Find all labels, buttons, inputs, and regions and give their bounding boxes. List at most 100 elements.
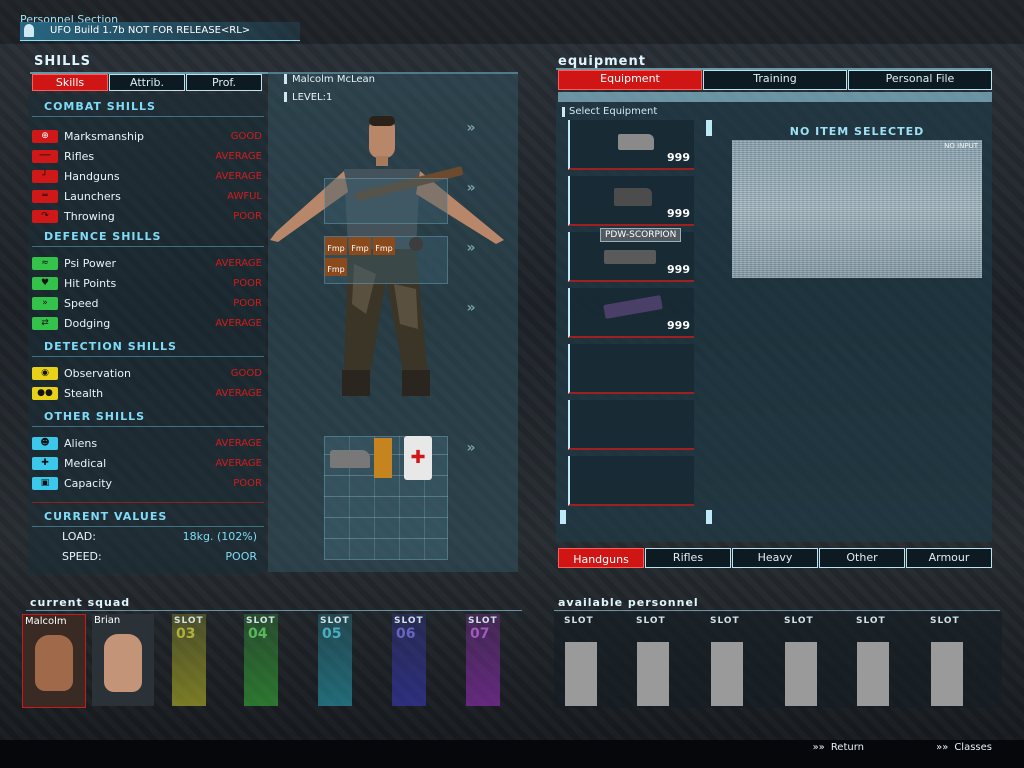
classes-button[interactable]: »» Classes bbox=[866, 740, 992, 754]
ammo-clip-icon[interactable]: Fmp bbox=[325, 258, 347, 276]
slot-word: SLOT bbox=[246, 616, 276, 626]
list-scrollbar-top[interactable] bbox=[706, 120, 712, 136]
detection-skill-list: ◉ Observation GOOD ●● Stealth AVERAGE bbox=[32, 363, 262, 403]
psi-icon: ≈ bbox=[32, 256, 58, 270]
bullet-marker bbox=[284, 74, 287, 84]
skill-name: Marksmanship bbox=[64, 129, 145, 143]
backpack-pistol-icon[interactable] bbox=[330, 450, 370, 468]
classes-label: Classes bbox=[954, 741, 992, 753]
skill-row-rifles: ── Rifles AVERAGE bbox=[32, 146, 262, 166]
tab-handguns[interactable]: Handguns bbox=[558, 548, 644, 568]
skill-name: Capacity bbox=[64, 476, 113, 490]
personnel-section-label: Personnel Section bbox=[20, 8, 320, 26]
slot-word: SLOT bbox=[174, 616, 204, 626]
tab-heavy[interactable]: Heavy bbox=[732, 548, 818, 568]
tab-prof[interactable]: Prof. bbox=[186, 74, 262, 91]
personnel-slot[interactable]: SLOT bbox=[782, 616, 822, 706]
backpack-ammo-icon[interactable] bbox=[374, 438, 392, 478]
no-item-header: NO ITEM SELECTED bbox=[730, 120, 984, 138]
soldier-level: LEVEL:1 bbox=[284, 90, 332, 104]
portrait-brian bbox=[104, 634, 142, 692]
ammo-label: Fmp bbox=[375, 244, 393, 253]
squad-member[interactable]: Brian bbox=[92, 614, 154, 706]
tab-rifles[interactable]: Rifles bbox=[645, 548, 731, 568]
soldier-name-text: Malcolm McLean bbox=[292, 73, 375, 85]
equipment-item[interactable]: 999 bbox=[568, 120, 694, 170]
medkit-icon[interactable]: ✚ bbox=[404, 436, 432, 480]
squad-member[interactable]: Malcolm bbox=[22, 614, 86, 708]
skill-value: AVERAGE bbox=[215, 150, 262, 162]
item-count: 999 bbox=[667, 207, 690, 220]
tab-personal-file[interactable]: Personal File bbox=[848, 70, 992, 90]
equipment-panel-title: equipment bbox=[558, 54, 646, 69]
smg-icon bbox=[604, 250, 656, 264]
equipment-item[interactable]: 999 bbox=[568, 288, 694, 338]
torso-slot[interactable] bbox=[324, 178, 448, 224]
skill-value: AVERAGE bbox=[215, 257, 262, 269]
divider bbox=[32, 426, 264, 427]
equipment-list: 999 999 999 999 bbox=[568, 120, 696, 512]
no-item-text: NO ITEM SELECTED bbox=[789, 125, 925, 138]
combat-skill-list: ⊕ Marksmanship GOOD ── Rifles AVERAGE ┘ … bbox=[32, 126, 262, 226]
tab-attrib[interactable]: Attrib. bbox=[109, 74, 185, 91]
empty-slot-fill bbox=[711, 642, 743, 706]
skill-value: AVERAGE bbox=[215, 170, 262, 182]
squad-slot[interactable]: SLOT 04 bbox=[244, 614, 278, 706]
slot-word: SLOT bbox=[394, 616, 424, 626]
skill-name: Psi Power bbox=[64, 256, 116, 270]
preview-tag: NO INPUT bbox=[944, 142, 978, 150]
skill-row-aliens: ☻ Aliens AVERAGE bbox=[32, 433, 262, 453]
available-personnel-title: available personnel bbox=[558, 596, 699, 609]
arrow-right-icon[interactable]: » bbox=[460, 238, 482, 258]
arrow-right-icon[interactable]: » bbox=[460, 178, 482, 198]
skill-value: AVERAGE bbox=[215, 317, 262, 329]
item-tooltip: PDW-SCORPION bbox=[600, 228, 682, 242]
arrow-right-icon[interactable]: » bbox=[460, 118, 482, 138]
runner-icon: » bbox=[32, 296, 58, 310]
squad-slot[interactable]: SLOT 05 bbox=[318, 614, 352, 706]
skill-row-throwing: ↷ Throwing POOR bbox=[32, 206, 262, 226]
equipment-item[interactable] bbox=[568, 344, 694, 394]
build-label: UFO Build 1.7b NOT FOR RELEASE<RL> bbox=[20, 22, 300, 41]
skill-row-stealth: ●● Stealth AVERAGE bbox=[32, 383, 262, 403]
personnel-slot[interactable]: SLOT bbox=[854, 616, 894, 706]
tab-armour[interactable]: Armour bbox=[906, 548, 992, 568]
skill-value: GOOD bbox=[230, 367, 262, 379]
list-left-bar-bottom[interactable] bbox=[560, 510, 566, 524]
skill-name: Rifles bbox=[64, 149, 95, 163]
tab-other[interactable]: Other bbox=[819, 548, 905, 568]
skill-value: AVERAGE bbox=[215, 437, 262, 449]
personnel-slot[interactable]: SLOT bbox=[634, 616, 674, 706]
bullet-marker bbox=[562, 106, 565, 117]
arrow-right-icon[interactable]: » bbox=[460, 438, 482, 458]
soldier-level-text: LEVEL:1 bbox=[292, 91, 333, 103]
tab-training[interactable]: Training bbox=[703, 70, 847, 90]
ammo-clip-icon[interactable]: Fmp bbox=[349, 237, 371, 255]
personnel-slot[interactable]: SLOT bbox=[708, 616, 748, 706]
equipment-item[interactable] bbox=[568, 400, 694, 450]
list-scrollbar-bottom[interactable] bbox=[706, 510, 712, 524]
personnel-slot[interactable]: SLOT bbox=[928, 616, 968, 706]
soldier-hair bbox=[369, 116, 395, 126]
tab-skills[interactable]: Skills bbox=[32, 74, 108, 91]
personnel-slot[interactable]: SLOT bbox=[562, 616, 602, 706]
skill-value: POOR bbox=[233, 297, 262, 309]
return-button[interactable]: »» Return bbox=[738, 740, 864, 754]
skill-value: AWFUL bbox=[227, 190, 262, 202]
slot-number: 05 bbox=[322, 626, 342, 642]
arrow-right-icon[interactable]: » bbox=[460, 298, 482, 318]
item-count: 999 bbox=[667, 263, 690, 276]
squad-slot[interactable]: SLOT 07 bbox=[466, 614, 500, 706]
squad-slot[interactable]: SLOT 03 bbox=[172, 614, 206, 706]
ammo-label: Fmp bbox=[327, 265, 345, 274]
tab-equipment[interactable]: Equipment bbox=[558, 70, 702, 90]
ammo-clip-icon[interactable]: Fmp bbox=[325, 237, 347, 255]
alien-icon: ☻ bbox=[32, 436, 58, 450]
skill-name: Speed bbox=[64, 296, 99, 310]
ammo-clip-icon[interactable]: Fmp bbox=[373, 237, 395, 255]
equipment-item[interactable] bbox=[568, 456, 694, 506]
squad-slot[interactable]: SLOT 06 bbox=[392, 614, 426, 706]
soldier-left-boot bbox=[342, 370, 370, 396]
equipment-item[interactable]: 999 bbox=[568, 176, 694, 226]
grenade-icon[interactable] bbox=[409, 237, 423, 251]
